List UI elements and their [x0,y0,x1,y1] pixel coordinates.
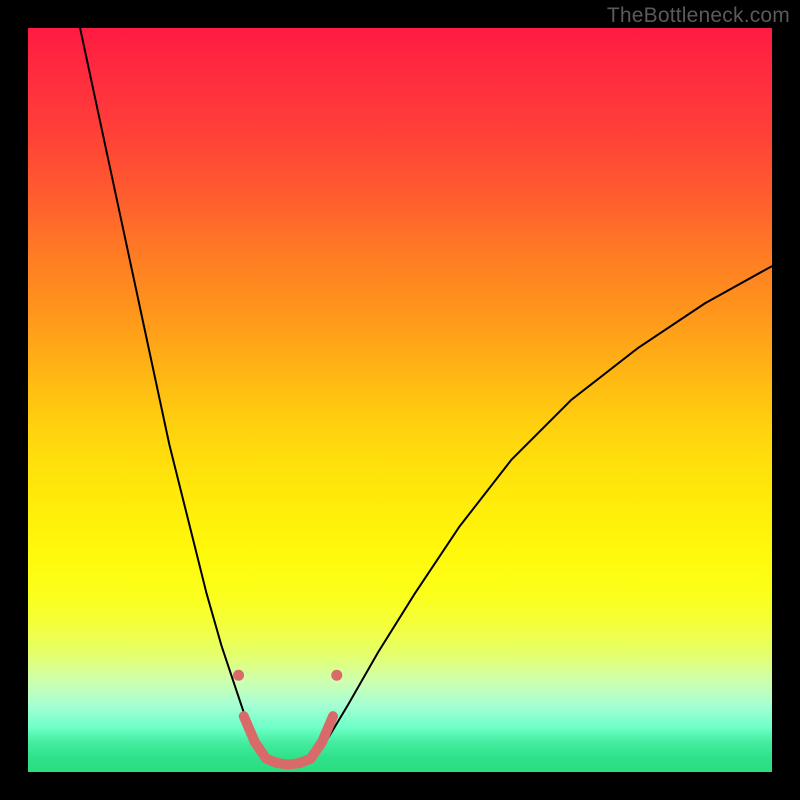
series-group [80,28,772,765]
marker-right-dot [331,670,342,681]
chart-svg [28,28,772,772]
marker-left-dot [233,670,244,681]
series-right-branch [311,266,772,761]
series-valley-highlight [244,716,333,764]
plot-area [28,28,772,772]
watermark-label: TheBottleneck.com [607,4,790,28]
chart-frame: TheBottleneck.com [0,0,800,800]
marker-group [233,670,342,681]
series-left-branch [80,28,266,761]
